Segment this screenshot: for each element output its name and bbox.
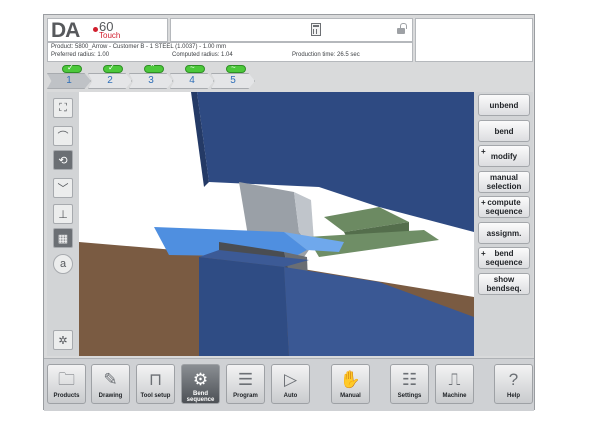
bend-sequence-icon: ⚙ (192, 370, 209, 389)
bend-label: bend (494, 126, 514, 136)
step-number: 1 (66, 75, 72, 86)
step-number: 3 (148, 75, 154, 86)
assignm-label: assignm. (486, 228, 522, 238)
nav-tool-setup[interactable]: ⊓ Tool setup (136, 364, 175, 404)
plus-icon: + (481, 147, 486, 156)
nav-bend-sequence[interactable]: ⚙ Bend sequence (181, 364, 220, 404)
settings-icon: ☷ (401, 370, 418, 389)
auto-label-icon[interactable]: a (53, 254, 73, 274)
auto-label-text: a (59, 258, 67, 270)
da-logo: DA 60 Touch (47, 18, 168, 42)
nav-program[interactable]: ☰ Program (226, 364, 265, 404)
nav-label: Drawing (98, 393, 123, 399)
nav-settings[interactable]: ☷ Settings (390, 364, 429, 404)
nav-label: Settings (397, 393, 422, 399)
play-icon: ▷ (283, 370, 298, 389)
step-number: 4 (189, 75, 195, 86)
tool-setup-icon: ⊓ (148, 370, 163, 389)
app-window: DA 60 Touch Product: 5800_Arrow - Custom… (43, 14, 535, 411)
logo-dot (93, 27, 98, 32)
product-line: Product: 5800_Arrow - Customer B - 1 STE… (51, 44, 227, 50)
bend-sequence-label: bend sequence (485, 249, 523, 267)
step-status-badge: ✓ (103, 63, 123, 73)
help-icon: ? (508, 370, 519, 389)
step-number: 5 (230, 75, 236, 86)
backgauge-icon[interactable]: ⊥ (53, 204, 73, 224)
collapse-icon[interactable]: ﹀ (53, 178, 73, 198)
preferred-radius: Preferred radius: 1.00 (51, 52, 110, 58)
nav-label: Manual (340, 393, 361, 399)
status-panel (415, 18, 533, 62)
nav-label: Products (53, 393, 80, 399)
manual-selection-label: manual selection (486, 173, 522, 191)
compute-sequence-label: compute sequence (485, 198, 523, 216)
hand-icon: ✋ (339, 370, 362, 389)
tool-view-icon[interactable]: ▦ (53, 228, 73, 248)
zoom-fit-icon[interactable]: ⛶ (53, 98, 73, 118)
step-number: 2 (107, 75, 113, 86)
nav-label: Bend sequence (186, 391, 215, 403)
production-time: Production time: 26.5 sec (292, 52, 360, 58)
view-toolbar: ⛶ ⌒ ⟲ ﹀ ⊥ ▦ a ✲ (47, 92, 79, 356)
unbend-label: unbend (489, 100, 519, 110)
nav-label: Tool setup (140, 393, 171, 399)
modify-label: modify (490, 151, 518, 161)
modify-button[interactable]: + modify (478, 145, 530, 167)
show-bendseq-button[interactable]: show bendseq. (478, 273, 530, 295)
calculator-icon[interactable] (311, 23, 321, 36)
nav-drawing[interactable]: ✎ Drawing (91, 364, 130, 404)
nav-label: Auto (283, 393, 298, 399)
logo-sub: Touch (99, 31, 121, 40)
nav-products[interactable]: 🗀 Products (47, 364, 86, 404)
rotate-view-icon[interactable]: ⟲ (53, 150, 73, 170)
computed-radius: Computed radius: 1.04 (172, 52, 233, 58)
unbend-button[interactable]: unbend (478, 94, 530, 116)
step-status-badge: ✓ (62, 63, 82, 73)
nav-label: Program (233, 393, 258, 399)
bend-3d-viewport[interactable] (79, 92, 474, 356)
bend-scene (79, 92, 474, 356)
drawing-icon: ✎ (103, 370, 118, 389)
machine-icon: ⎍ (448, 370, 461, 389)
logo-text: DA (51, 19, 80, 42)
step-status-badge: ⌃ (144, 63, 164, 73)
top-toolbar (170, 18, 413, 42)
nav-manual[interactable]: ✋ Manual (331, 364, 370, 404)
lock-open-icon[interactable] (397, 23, 407, 34)
settings-sun-icon[interactable]: ✲ (53, 330, 73, 350)
show-bendseq-label: show bendseq. (486, 275, 522, 293)
program-icon: ☰ (237, 370, 254, 389)
folder-icon: 🗀 (58, 370, 75, 389)
nav-help[interactable]: ? Help (494, 364, 533, 404)
assignm-button[interactable]: assignm. (478, 222, 530, 244)
compute-sequence-button[interactable]: + compute sequence (478, 196, 530, 218)
bend-view-icon[interactable]: ⌒ (53, 126, 73, 146)
plus-icon: + (481, 249, 486, 258)
step-status-badge: ~ (226, 63, 246, 73)
bend-sequence-button[interactable]: + bend sequence (478, 247, 530, 269)
nav-machine[interactable]: ⎍ Machine (435, 364, 474, 404)
lower-beam (199, 257, 289, 356)
nav-auto[interactable]: ▷ Auto (271, 364, 310, 404)
nav-label: Machine (442, 393, 467, 399)
step-5[interactable]: ~ 5 (211, 63, 259, 91)
bend-button[interactable]: bend (478, 120, 530, 142)
step-status-badge: ~ (185, 63, 205, 73)
manual-selection-button[interactable]: manual selection (478, 171, 530, 193)
product-info: Product: 5800_Arrow - Customer B - 1 STE… (47, 42, 413, 62)
bottom-nav: 🗀 Products ✎ Drawing ⊓ Tool setup ⚙ Bend… (44, 358, 534, 411)
plus-icon: + (481, 198, 486, 207)
nav-label: Help (506, 393, 520, 399)
